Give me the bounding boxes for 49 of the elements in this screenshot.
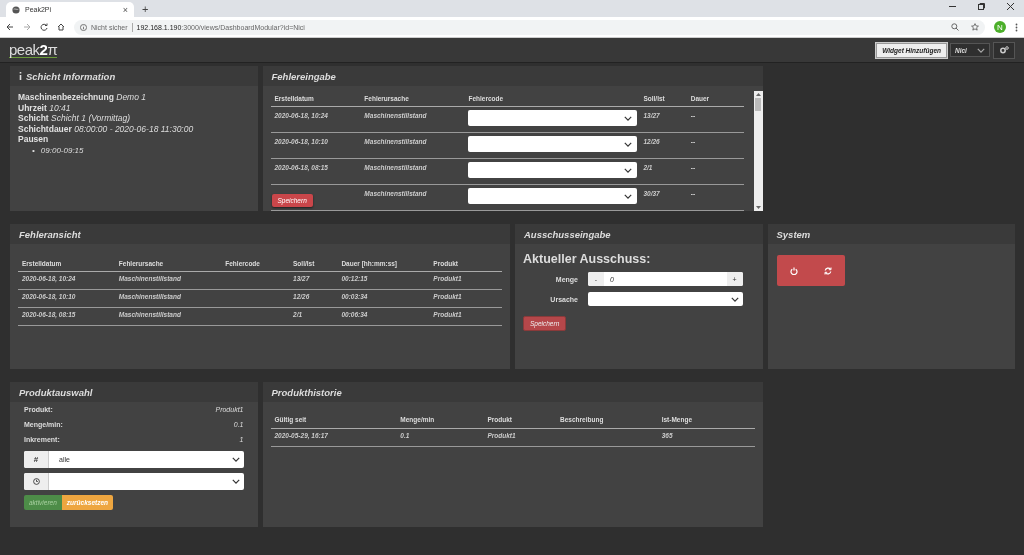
info-line: Uhrzeit 10:41 bbox=[18, 102, 72, 113]
clock-icon bbox=[32, 478, 40, 485]
reload-icon[interactable] bbox=[40, 23, 48, 31]
scroll-up-icon[interactable] bbox=[755, 93, 761, 96]
settings-button[interactable] bbox=[993, 41, 1015, 59]
chevron-down-icon bbox=[624, 141, 633, 147]
scrollbar[interactable] bbox=[753, 91, 763, 211]
refresh-icon bbox=[823, 266, 832, 275]
settings-icon bbox=[999, 46, 1009, 54]
chevron-down-icon bbox=[730, 296, 739, 302]
panel-title: System bbox=[776, 228, 811, 240]
panel-title: Fehleransicht bbox=[19, 228, 81, 240]
menu-icon[interactable] bbox=[1015, 22, 1018, 32]
info-line: Schichtdauer 08:00:00 - 2020-06-18 11:30:00 bbox=[18, 123, 195, 134]
chevron-down-icon bbox=[231, 457, 240, 462]
logo: peak2π bbox=[9, 42, 58, 58]
refresh-button[interactable] bbox=[823, 266, 832, 275]
section-heading: Aktueller Ausschuss: bbox=[523, 252, 652, 266]
info-icon bbox=[80, 23, 87, 31]
scrollbar-thumb[interactable] bbox=[755, 98, 761, 111]
chevron-down-icon bbox=[231, 479, 240, 484]
panel-title: Ausschusseingabe bbox=[524, 228, 611, 240]
panel-title: Produkthistorie bbox=[271, 386, 342, 398]
scroll-down-icon[interactable] bbox=[755, 206, 761, 209]
info-line: Pausen bbox=[18, 134, 50, 145]
power-icon bbox=[789, 266, 798, 275]
chevron-down-icon bbox=[977, 47, 985, 53]
power-button[interactable] bbox=[789, 266, 798, 275]
home-icon[interactable] bbox=[57, 23, 65, 31]
info-line: Schicht Schicht 1 (Vormittag) bbox=[18, 113, 132, 124]
zoom-icon[interactable] bbox=[951, 23, 959, 31]
new-tab-button[interactable]: + bbox=[142, 3, 149, 15]
bullet: • bbox=[32, 144, 35, 156]
minimize-icon[interactable] bbox=[949, 3, 956, 10]
globe-icon bbox=[12, 5, 20, 14]
info-line: Maschinenbezeichnung Demo 1 bbox=[18, 92, 147, 103]
close-icon[interactable] bbox=[1007, 3, 1014, 10]
panel-title: Fehlereingabe bbox=[271, 70, 336, 82]
pause-item: 09:00-09:15 bbox=[40, 144, 84, 156]
panel-title: Schicht Information bbox=[26, 70, 116, 82]
panel-title: Produktauswahl bbox=[19, 386, 93, 398]
tab-close-button[interactable]: × bbox=[122, 4, 128, 15]
star-icon[interactable] bbox=[971, 23, 979, 31]
chevron-down-icon bbox=[624, 193, 633, 199]
info-icon bbox=[19, 72, 22, 80]
chevron-down-icon bbox=[624, 167, 633, 173]
restore-icon[interactable] bbox=[978, 3, 985, 10]
chevron-down-icon bbox=[624, 115, 633, 121]
back-icon[interactable] bbox=[6, 23, 14, 31]
